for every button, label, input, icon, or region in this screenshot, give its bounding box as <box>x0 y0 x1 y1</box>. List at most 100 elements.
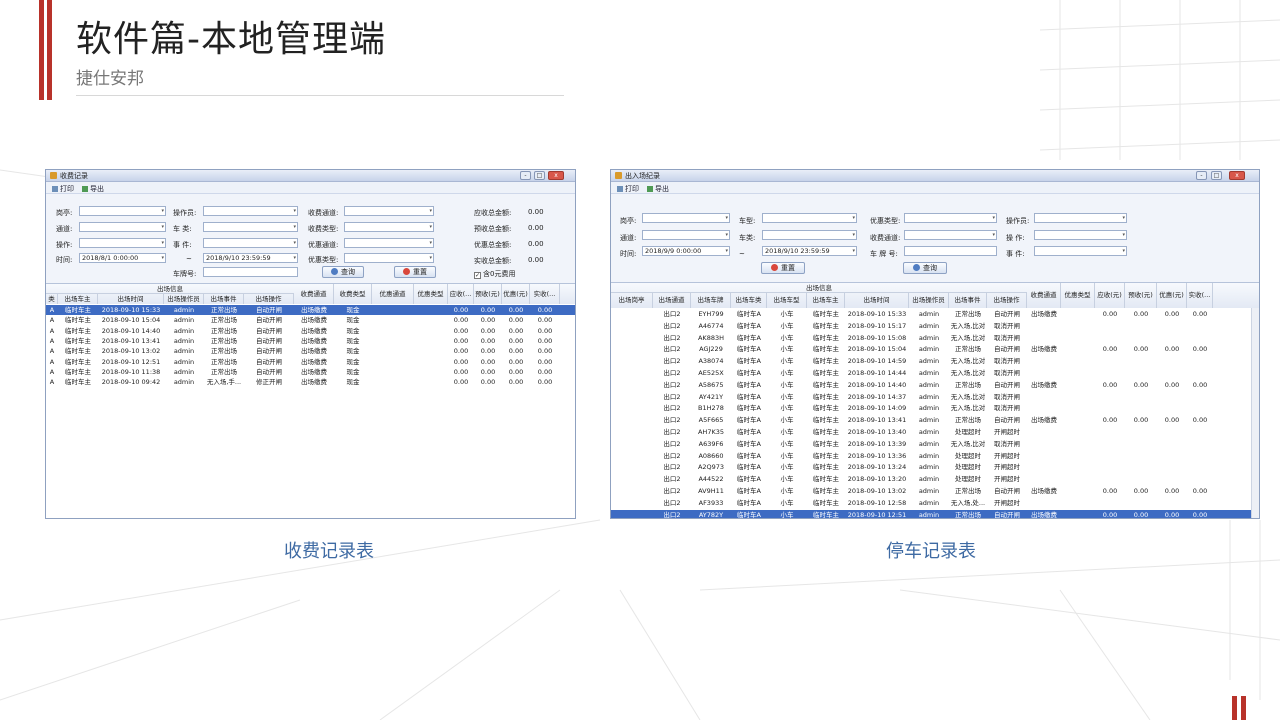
discount-channel-select[interactable]: ▾ <box>344 238 434 248</box>
column-header[interactable]: 出场车牌 <box>691 293 731 308</box>
event-select[interactable]: ▾ <box>1034 246 1127 256</box>
discount-type-select[interactable]: ▾ <box>344 253 434 263</box>
gate-select[interactable]: ▾ <box>642 213 730 223</box>
column-header[interactable]: 实收(... <box>1187 283 1213 308</box>
table-row[interactable]: 出口2 AH7K35 临时车A 小车 临时车主 2018-09-10 13:40 admin… <box>611 427 1259 439</box>
time-to-picker[interactable]: 2018/9/10 23:59:59 ▾ <box>762 246 857 256</box>
vehicle-class-select[interactable]: ▾ <box>203 222 298 232</box>
table-cell: 2018-09-10 13:20 <box>847 475 907 484</box>
column-header[interactable]: 预收(元) <box>474 284 502 304</box>
column-header[interactable]: 出场时间 <box>845 293 909 308</box>
column-header[interactable]: 出场岗亭 <box>611 293 653 308</box>
channel-select[interactable]: ▾ <box>642 230 730 240</box>
zero-fee-checkbox[interactable]: ✓ 含0元费用 <box>474 269 515 279</box>
table-row[interactable]: 出口2 A2Q973 临时车A 小车 临时车主 2018-09-10 13:24 admin… <box>611 462 1259 474</box>
column-header[interactable]: 收费类型 <box>334 284 372 304</box>
table-row[interactable]: 出口2 A58675 临时车A 小车 临时车主 2018-09-10 14:40 admin… <box>611 380 1259 392</box>
table-row[interactable]: 出口2 EYH799 临时车A 小车 临时车主 2018-09-10 15:33 admin… <box>611 309 1259 321</box>
table-row[interactable]: A 临时车主 2018-09-10 13:02 admin 正常出场 自动开闸 出场缴费 现金… <box>46 346 575 356</box>
table-row[interactable]: 出口2 A44522 临时车A 小车 临时车主 2018-09-10 13:20 admin… <box>611 474 1259 486</box>
table-row[interactable]: 出口2 AF3933 临时车A 小车 临时车主 2018-09-10 12:58 admin… <box>611 498 1259 510</box>
fee-type-select[interactable]: ▾ <box>344 222 434 232</box>
fee-channel-select[interactable]: ▾ <box>344 206 434 216</box>
discount-type-select[interactable]: ▾ <box>904 213 997 223</box>
table-row[interactable]: 出口2 AY421Y 临时车A 小车 临时车主 2018-09-10 14:37 admin… <box>611 392 1259 404</box>
column-header[interactable]: 优惠类型 <box>414 284 448 304</box>
maximize-button[interactable]: □ <box>1211 171 1222 180</box>
gate-select[interactable]: ▾ <box>79 206 166 216</box>
column-header[interactable]: 出场操作员 <box>909 293 949 308</box>
column-header[interactable]: 出场事件 <box>204 294 244 304</box>
column-header[interactable]: 出场事件 <box>949 293 987 308</box>
fee-channel-select[interactable]: ▾ <box>904 230 997 240</box>
time-to-picker[interactable]: 2018/9/10 23:59:59 ▾ <box>203 253 298 263</box>
vehicle-type-select[interactable]: ▾ <box>762 213 857 223</box>
table-row[interactable]: 出口2 A46774 临时车A 小车 临时车主 2018-09-10 15:17 admin… <box>611 321 1259 333</box>
column-header[interactable]: 收费通道 <box>1027 283 1061 308</box>
operator-select[interactable]: ▾ <box>1034 213 1127 223</box>
table-row[interactable]: A 临时车主 2018-09-10 15:04 admin 正常出场 自动开闸 出场缴费 现金… <box>46 315 575 325</box>
column-header[interactable]: 应收(元) <box>1095 283 1125 308</box>
column-header[interactable]: 优惠通道 <box>372 284 414 304</box>
column-header[interactable]: 类 <box>46 294 58 304</box>
column-header[interactable]: 出场车类 <box>731 293 767 308</box>
print-button[interactable]: 打印 <box>617 184 639 194</box>
table-row[interactable]: A 临时车主 2018-09-10 09:42 admin 无入场,手... 修正开闸 出场… <box>46 377 575 387</box>
minimize-button[interactable]: - <box>520 171 531 180</box>
operation-select[interactable]: ▾ <box>79 238 166 248</box>
column-header[interactable]: 优惠类型 <box>1061 283 1095 308</box>
query-button[interactable]: 查询 <box>322 266 364 278</box>
operation-select[interactable]: ▾ <box>1034 230 1127 240</box>
plate-input[interactable] <box>203 267 298 277</box>
column-header[interactable]: 出场车型 <box>767 293 807 308</box>
column-header[interactable]: 收费通道 <box>294 284 334 304</box>
plate-input[interactable] <box>904 246 997 256</box>
table-row[interactable]: 出口2 A08660 临时车A 小车 临时车主 2018-09-10 13:36 admin… <box>611 451 1259 463</box>
table-row[interactable]: 出口2 AY782Y 临时车A 小车 临时车主 2018-09-10 12:51 admin… <box>611 509 1259 518</box>
reset-button[interactable]: 重置 <box>761 262 805 274</box>
export-button[interactable]: 导出 <box>82 184 104 194</box>
table-row[interactable]: A 临时车主 2018-09-10 11:38 admin 正常出场 自动开闸 出场缴费 现金… <box>46 367 575 377</box>
operator-select[interactable]: ▾ <box>203 206 298 216</box>
column-header[interactable]: 优惠(元) <box>502 284 530 304</box>
reset-button[interactable]: 重置 <box>394 266 436 278</box>
column-header[interactable]: 预收(元) <box>1125 283 1157 308</box>
query-button[interactable]: 查询 <box>903 262 947 274</box>
table-row[interactable]: 出口2 A38074 临时车A 小车 临时车主 2018-09-10 14:59 admin… <box>611 356 1259 368</box>
time-from-picker[interactable]: 2018/8/1 0:00:00 ▾ <box>79 253 166 263</box>
minimize-button[interactable]: - <box>1196 171 1207 180</box>
export-button[interactable]: 导出 <box>647 184 669 194</box>
table-row[interactable]: 出口2 B1H278 临时车A 小车 临时车主 2018-09-10 14:09 admin… <box>611 403 1259 415</box>
maximize-button[interactable]: □ <box>534 171 545 180</box>
table-row[interactable]: A 临时车主 2018-09-10 12:51 admin 正常出场 自动开闸 出场缴费 现金… <box>46 357 575 367</box>
column-header[interactable]: 实收(... <box>530 284 560 304</box>
time-from-picker[interactable]: 2018/9/9 0:00:00 ▾ <box>642 246 730 256</box>
vertical-scrollbar[interactable] <box>1251 308 1259 518</box>
column-header[interactable]: 出场时间 <box>98 294 164 304</box>
table-row[interactable]: 出口2 AGJ229 临时车A 小车 临时车主 2018-09-10 15:04 admin… <box>611 344 1259 356</box>
table-row[interactable]: 出口2 AK883H 临时车A 小车 临时车主 2018-09-10 15:08 admin… <box>611 333 1259 345</box>
vehicle-class-select[interactable]: ▾ <box>762 230 857 240</box>
column-header[interactable]: 优惠(元) <box>1157 283 1187 308</box>
table-row[interactable]: 出口2 AV9H11 临时车A 小车 临时车主 2018-09-10 13:02 admin… <box>611 486 1259 498</box>
column-header[interactable]: 出场操作 <box>244 294 294 304</box>
close-button[interactable]: x <box>1229 171 1245 180</box>
column-header[interactable]: 出场操作 <box>987 293 1027 308</box>
table-row[interactable]: 出口2 AE525X 临时车A 小车 临时车主 2018-09-10 14:44 admin… <box>611 368 1259 380</box>
table-row[interactable]: 出口2 A639F6 临时车A 小车 临时车主 2018-09-10 13:39 admin… <box>611 439 1259 451</box>
event-select[interactable]: ▾ <box>203 238 298 248</box>
slide-subtitle: 捷仕安邦 <box>76 69 144 89</box>
column-header[interactable]: 出场车主 <box>807 293 845 308</box>
close-button[interactable]: x <box>548 171 564 180</box>
column-header[interactable]: 应收(... <box>448 284 474 304</box>
channel-select[interactable]: ▾ <box>79 222 166 232</box>
column-header[interactable]: 出场操作员 <box>164 294 204 304</box>
table-cell: 无入场,比对 <box>950 404 986 413</box>
table-row[interactable]: 出口2 A5F665 临时车A 小车 临时车主 2018-09-10 13:41 admin… <box>611 415 1259 427</box>
column-header[interactable]: 出场车主 <box>58 294 98 304</box>
column-header[interactable]: 出场通道 <box>653 293 691 308</box>
table-row[interactable]: A 临时车主 2018-09-10 13:41 admin 正常出场 自动开闸 出场缴费 现金… <box>46 336 575 346</box>
table-row[interactable]: A 临时车主 2018-09-10 14:40 admin 正常出场 自动开闸 出场缴费 现金… <box>46 326 575 336</box>
print-button[interactable]: 打印 <box>52 184 74 194</box>
table-row[interactable]: A 临时车主 2018-09-10 15:33 admin 正常出场 自动开闸 出场缴费 现金… <box>46 305 575 316</box>
